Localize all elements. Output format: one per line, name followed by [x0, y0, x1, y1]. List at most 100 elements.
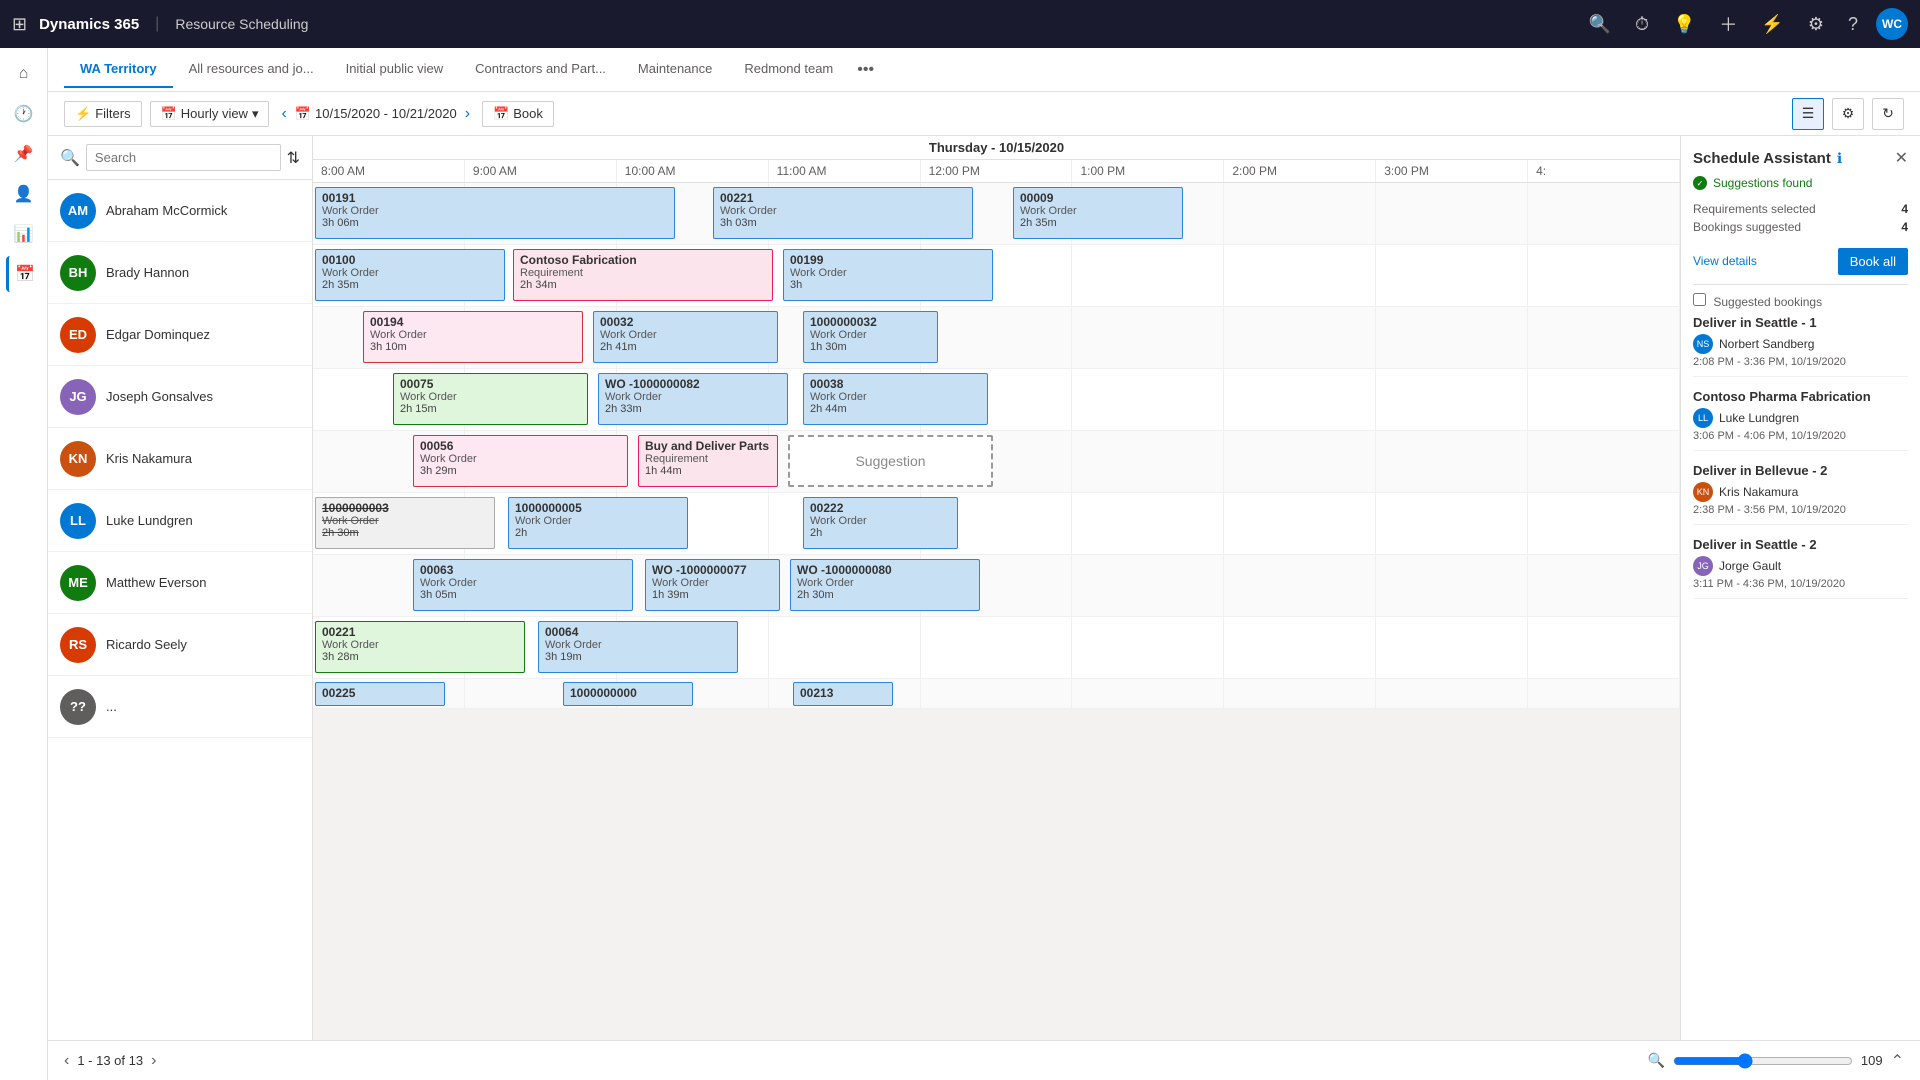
work-order-block[interactable]: 1000000005 Work Order 2h — [508, 497, 688, 549]
resource-item[interactable]: RS Ricardo Seely — [48, 614, 312, 676]
sa-booking-item: Deliver in Seattle - 1 NS Norbert Sandbe… — [1693, 315, 1908, 377]
left-sidebar: ⌂ 🕐 📌 👤 📊 📅 — [0, 48, 48, 1080]
sidebar-contacts-icon[interactable]: 👤 — [6, 176, 42, 212]
date-range-button[interactable]: 📅 10/15/2020 - 10/21/2020 — [295, 106, 457, 122]
sidebar-reports-icon[interactable]: 📊 — [6, 216, 42, 252]
date-navigation: ‹ 📅 10/15/2020 - 10/21/2020 › — [277, 103, 474, 125]
work-order-block[interactable]: WO -1000000082 Work Order 2h 33m — [598, 373, 788, 425]
work-order-block[interactable]: 00191 Work Order 3h 06m — [315, 187, 675, 239]
work-order-block[interactable]: 00063 Work Order 3h 05m — [413, 559, 633, 611]
add-icon[interactable]: ＋ — [1719, 11, 1737, 37]
sidebar-calendar-icon[interactable]: 📅 — [6, 256, 42, 292]
recent-icon[interactable]: ⏱ — [1635, 14, 1649, 35]
work-order-block[interactable]: WO -1000000077 Work Order 1h 39m — [645, 559, 780, 611]
next-page-button[interactable]: › — [151, 1052, 156, 1070]
sa-avatar: KN — [1693, 482, 1713, 502]
expand-button[interactable]: ⌃ — [1891, 1051, 1904, 1071]
sa-book-all-button[interactable]: Book all — [1838, 248, 1908, 275]
avatar: AM — [60, 193, 96, 229]
work-order-block[interactable]: 00009 Work Order 2h 35m — [1013, 187, 1183, 239]
work-order-block[interactable]: 1000000003 Work Order 2h 30m — [315, 497, 495, 549]
bottom-bar: ‹ 1 - 13 of 13 › 🔍 109 ⌃ — [48, 1040, 1920, 1080]
sa-close-button[interactable]: ✕ — [1895, 148, 1908, 168]
work-order-block[interactable]: 00222 Work Order 2h — [803, 497, 958, 549]
book-button[interactable]: 📅 Book — [482, 101, 554, 127]
tab-more-icon[interactable]: ••• — [849, 51, 882, 89]
page-navigation: ‹ 1 - 13 of 13 › — [64, 1052, 156, 1070]
settings-icon[interactable]: ⚙ — [1808, 14, 1824, 35]
resource-item[interactable]: ME Matthew Everson — [48, 552, 312, 614]
work-order-block[interactable]: WO -1000000080 Work Order 2h 30m — [790, 559, 980, 611]
filter-icon[interactable]: ⚡ — [1761, 14, 1783, 35]
work-order-block[interactable]: 1000000000 — [563, 682, 693, 706]
work-order-block[interactable]: 00056 Work Order 3h 29m — [413, 435, 628, 487]
tab-contractors[interactable]: Contractors and Part... — [459, 51, 622, 88]
top-navigation: ⊞ Dynamics 365 | Resource Scheduling 🔍 ⏱… — [0, 0, 1920, 48]
lightbulb-icon[interactable]: 💡 — [1673, 14, 1695, 35]
avatar: BH — [60, 255, 96, 291]
sort-icon[interactable]: ⇅ — [287, 148, 300, 168]
resource-item[interactable]: ?? ... — [48, 676, 312, 738]
tab-redmond-team[interactable]: Redmond team — [728, 51, 849, 88]
zoom-slider[interactable] — [1673, 1053, 1853, 1069]
toolbar: ⚡ Filters 📅 Hourly view ▾ ‹ 📅 10/15/2020… — [48, 92, 1920, 136]
sidebar-pinned-icon[interactable]: 📌 — [6, 136, 42, 172]
hour-cell: 4: — [1528, 160, 1680, 182]
list-view-button[interactable]: ☰ — [1792, 98, 1824, 130]
sidebar-home-icon[interactable]: ⌂ — [6, 56, 42, 92]
tab-wa-territory[interactable]: WA Territory — [64, 51, 173, 88]
work-order-block[interactable]: 00199 Work Order 3h — [783, 249, 993, 301]
prev-page-button[interactable]: ‹ — [64, 1052, 69, 1070]
hour-cell: 11:00 AM — [769, 160, 921, 182]
work-order-block[interactable]: Buy and Deliver Parts Requirement 1h 44m — [638, 435, 778, 487]
work-order-block[interactable]: 00038 Work Order 2h 44m — [803, 373, 988, 425]
sa-booking-item: Deliver in Bellevue - 2 KN Kris Nakamura… — [1693, 463, 1908, 525]
work-order-block[interactable]: 00221 Work Order 3h 28m — [315, 621, 525, 673]
work-order-block[interactable]: Contoso Fabrication Requirement 2h 34m — [513, 249, 773, 301]
work-order-block[interactable]: 00064 Work Order 3h 19m — [538, 621, 738, 673]
search-icon: 🔍 — [60, 148, 80, 168]
tab-all-resources[interactable]: All resources and jo... — [173, 51, 330, 88]
work-order-block[interactable]: 00221 Work Order 3h 03m — [713, 187, 973, 239]
refresh-button[interactable]: ↻ — [1872, 98, 1904, 130]
work-order-block[interactable]: 00100 Work Order 2h 35m — [315, 249, 505, 301]
avatar: RS — [60, 627, 96, 663]
sa-avatar: JG — [1693, 556, 1713, 576]
sa-view-details-link[interactable]: View details — [1693, 254, 1757, 268]
work-order-block[interactable]: 00075 Work Order 2h 15m — [393, 373, 588, 425]
work-order-block[interactable]: 00194 Work Order 3h 10m — [363, 311, 583, 363]
hourly-view-button[interactable]: 📅 Hourly view ▾ — [150, 101, 270, 127]
hour-cell: 1:00 PM — [1072, 160, 1224, 182]
resource-item[interactable]: ED Edgar Dominquez — [48, 304, 312, 366]
resource-item[interactable]: LL Luke Lundgren — [48, 490, 312, 552]
sa-avatar: NS — [1693, 334, 1713, 354]
tab-maintenance[interactable]: Maintenance — [622, 51, 728, 88]
search-input[interactable] — [86, 144, 281, 171]
sa-info-icon[interactable]: ℹ — [1837, 150, 1842, 167]
nav-separator: | — [155, 15, 159, 33]
work-order-block[interactable]: 1000000032 Work Order 1h 30m — [803, 311, 938, 363]
tab-initial-public[interactable]: Initial public view — [330, 51, 460, 88]
next-date-button[interactable]: › — [461, 103, 474, 125]
resource-item[interactable]: KN Kris Nakamura — [48, 428, 312, 490]
suggestion-block[interactable]: Suggestion — [788, 435, 993, 487]
settings-button[interactable]: ⚙ — [1832, 98, 1864, 130]
resource-item[interactable]: JG Joseph Gonsalves — [48, 366, 312, 428]
timeline-date-header: Thursday - 10/15/2020 — [313, 136, 1680, 160]
resource-name: Abraham McCormick — [106, 203, 227, 218]
user-avatar[interactable]: WC — [1876, 8, 1908, 40]
sidebar-recent-icon[interactable]: 🕐 — [6, 96, 42, 132]
work-order-block[interactable]: 00225 — [315, 682, 445, 706]
search-icon[interactable]: 🔍 — [1589, 14, 1611, 35]
sa-avatar: LL — [1693, 408, 1713, 428]
resource-item[interactable]: AM Abraham McCormick — [48, 180, 312, 242]
work-order-block[interactable]: 00213 — [793, 682, 893, 706]
work-order-block[interactable]: 00032 Work Order 2h 41m — [593, 311, 778, 363]
sa-header: Schedule Assistant ℹ ✕ — [1693, 148, 1908, 168]
prev-date-button[interactable]: ‹ — [277, 103, 290, 125]
help-icon[interactable]: ? — [1848, 14, 1858, 35]
filters-button[interactable]: ⚡ Filters — [64, 101, 142, 127]
sa-checkbox[interactable] — [1693, 293, 1706, 306]
apps-grid-icon[interactable]: ⊞ — [12, 14, 27, 35]
resource-item[interactable]: BH Brady Hannon — [48, 242, 312, 304]
